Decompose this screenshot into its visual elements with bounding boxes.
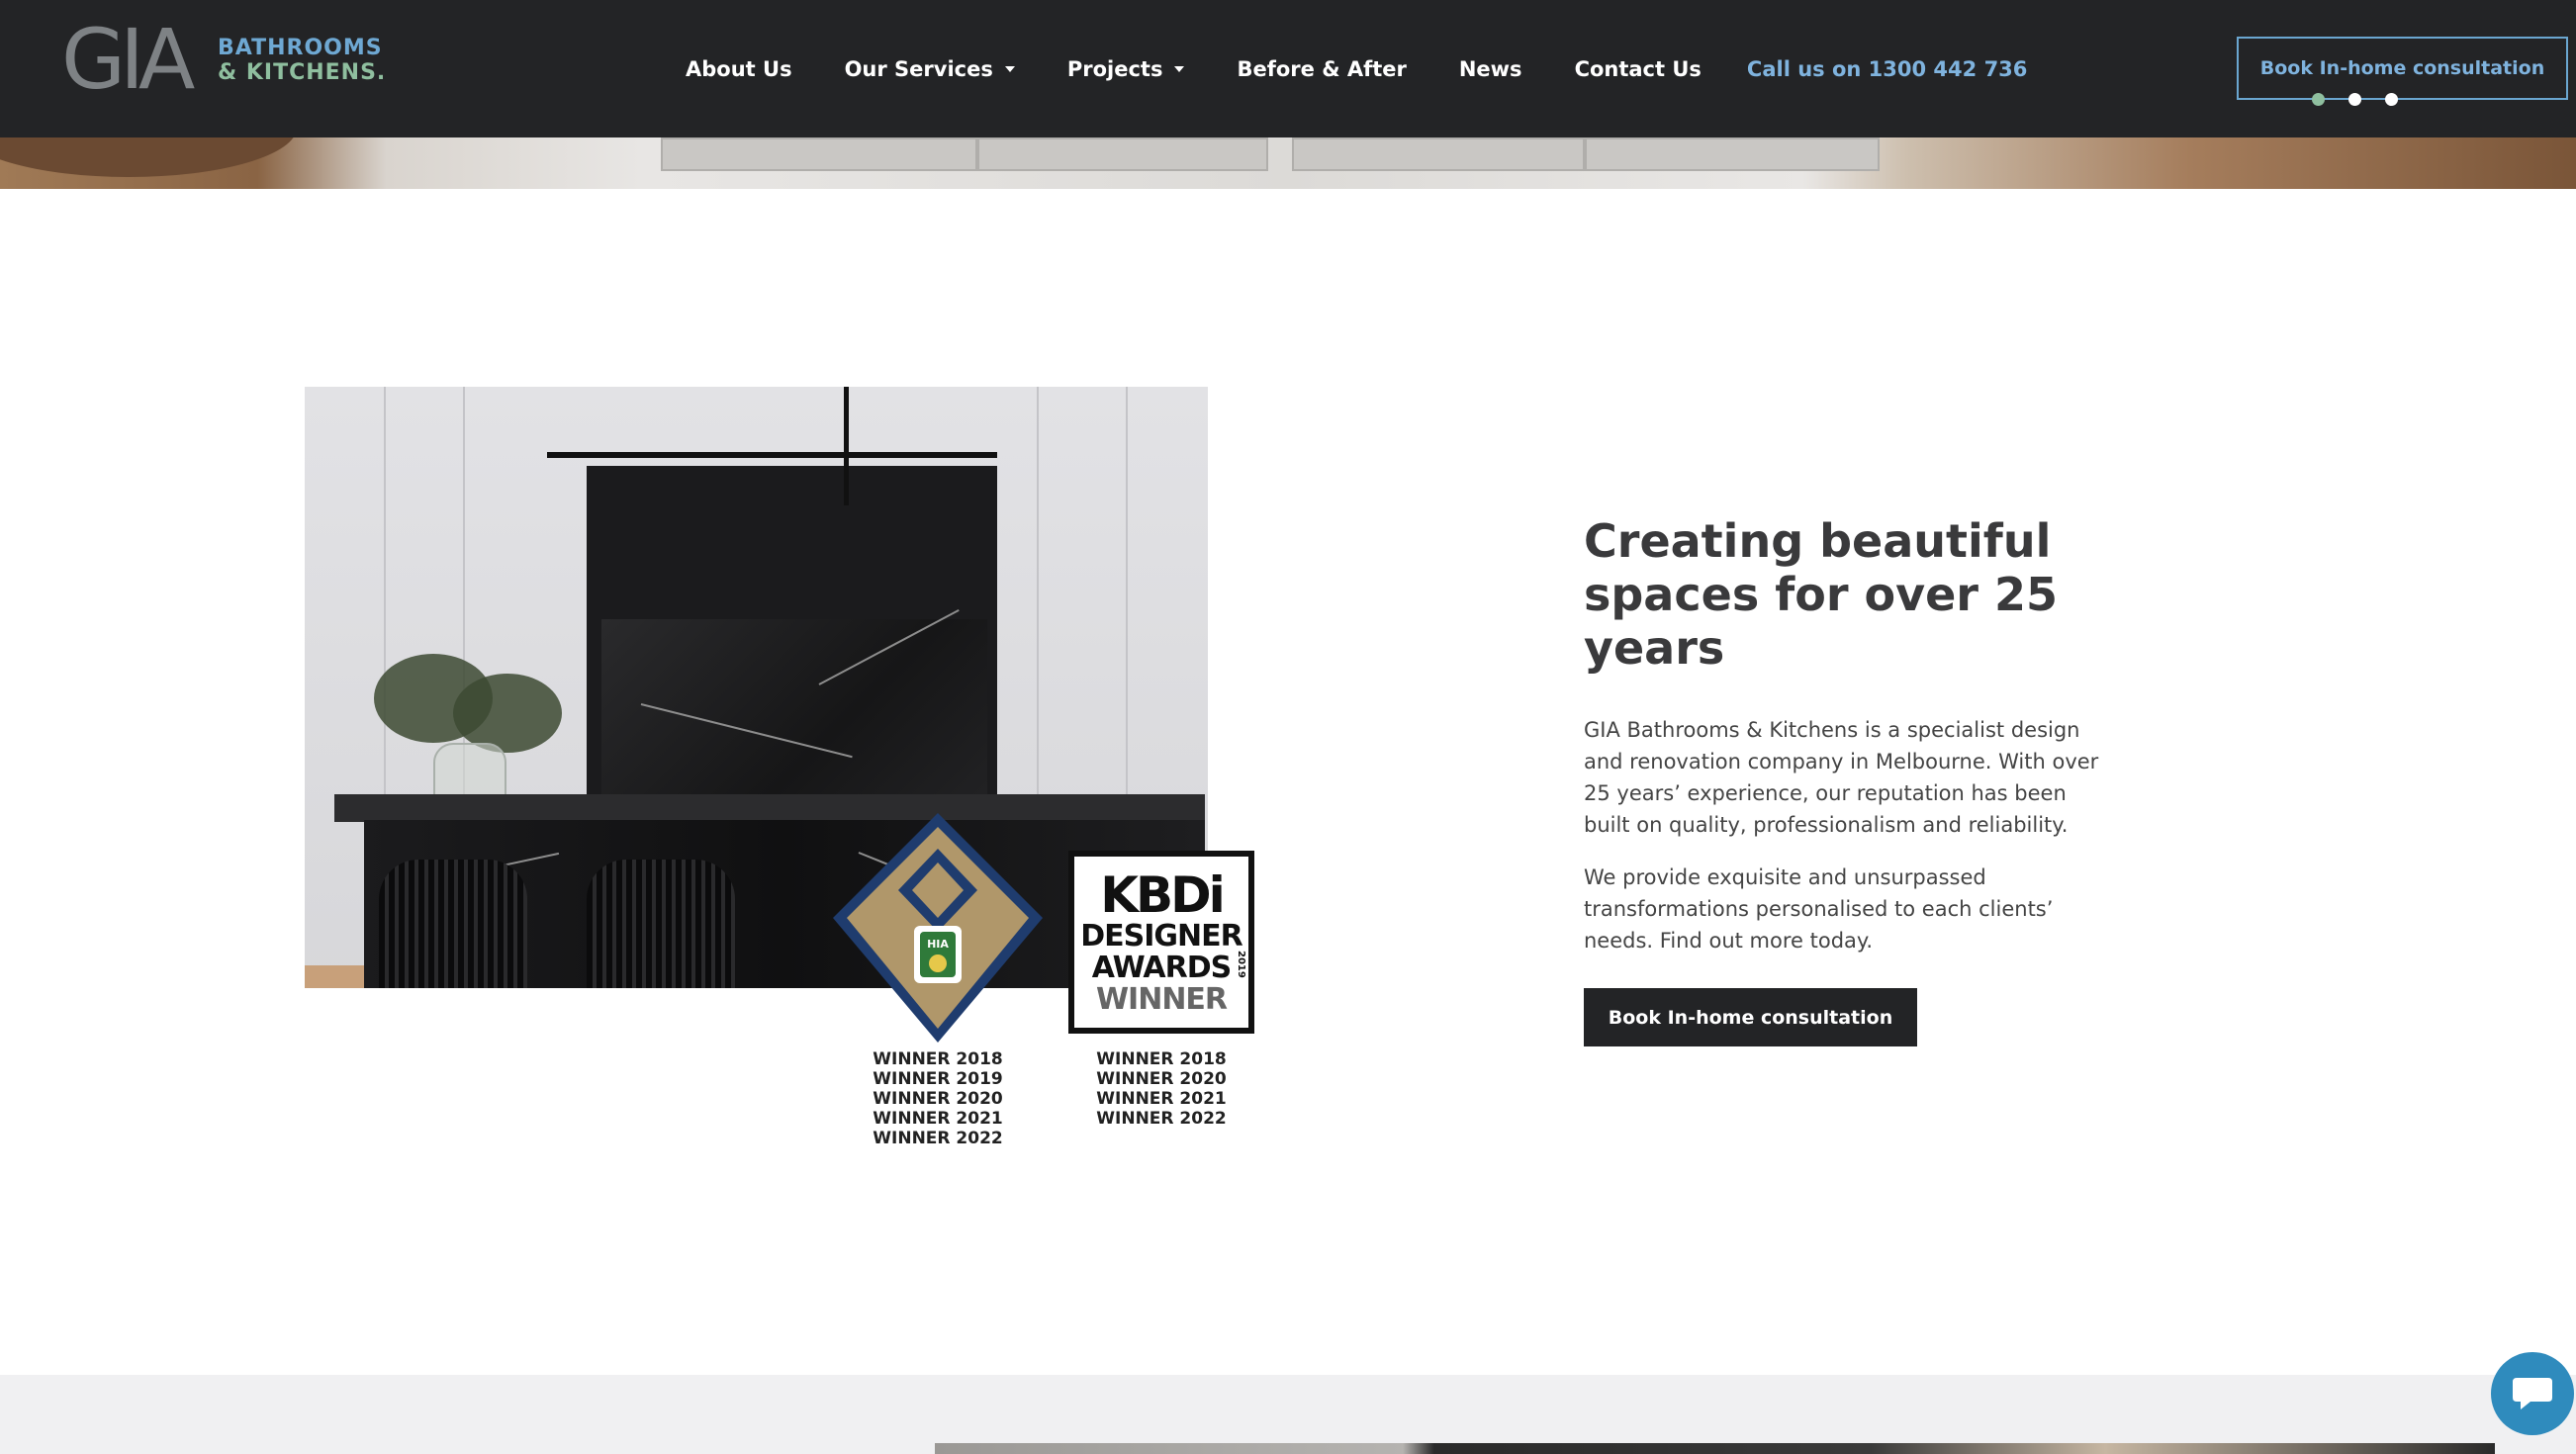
slider-dots (2312, 93, 2422, 106)
chevron-down-icon (1004, 66, 1015, 72)
kbdi-line-designer: DESIGNER (1080, 918, 1242, 954)
chevron-down-icon (1174, 66, 1185, 72)
nav-our-services[interactable]: Our Services (845, 57, 1015, 81)
plant-foliage (453, 674, 562, 753)
hia-award-badge: HIA (833, 813, 1043, 1043)
bar-stool (379, 860, 527, 988)
nav-news[interactable]: News (1459, 57, 1522, 81)
main-nav: About Us Our Services Projects Before & … (686, 49, 2027, 89)
slider-dot[interactable] (2348, 93, 2361, 106)
hero-cabinet (661, 137, 977, 171)
kbdi-win-item: WINNER 2021 (1096, 1089, 1227, 1109)
chat-button[interactable] (2491, 1352, 2574, 1435)
slider-dot[interactable] (2385, 93, 2398, 106)
kbdi-wins-list: WINNER 2018 WINNER 2020 WINNER 2021 WINN… (1062, 1049, 1260, 1129)
slider-dot[interactable] (2312, 93, 2325, 106)
hero-cabinet (1292, 137, 1585, 171)
next-section (0, 1375, 2576, 1454)
chat-icon (2513, 1378, 2552, 1409)
nav-before-after-label: Before & After (1237, 57, 1407, 81)
nav-projects-label: Projects (1066, 57, 1163, 81)
site-logo[interactable]: GIA BATHROOMS & KITCHENS. (61, 18, 388, 101)
nav-contact-us-label: Contact Us (1574, 57, 1702, 81)
hia-win-item: WINNER 2022 (873, 1129, 1003, 1148)
logo-wordmark: GIA (61, 11, 195, 108)
timber-floor (305, 965, 364, 988)
kitchen-splashback (601, 619, 987, 807)
intro-headline: Creating beautiful spaces for over 25 ye… (1584, 514, 2059, 675)
hia-wins-list: WINNER 2018 WINNER 2019 WINNER 2020 WINN… (839, 1049, 1037, 1148)
hero-cabinet (977, 137, 1268, 171)
logo-line-bathrooms: BATHROOMS (218, 36, 383, 60)
nav-news-label: News (1458, 57, 1522, 81)
hero-image-strip (0, 137, 2576, 189)
kbdi-year: 2019 (1236, 951, 1246, 978)
kbdi-win-item: WINNER 2022 (1096, 1109, 1227, 1129)
nav-about-us[interactable]: About Us (686, 57, 792, 81)
nav-before-after[interactable]: Before & After (1237, 57, 1406, 81)
kbdi-win-item: WINNER 2018 (1096, 1049, 1227, 1069)
kbdi-title: KBDi (1100, 865, 1225, 924)
hia-win-item: WINNER 2021 (873, 1109, 1003, 1129)
book-consultation-button[interactable]: Book In-home consultation (1584, 988, 1917, 1046)
nav-projects[interactable]: Projects (1067, 57, 1185, 81)
kitchen-benchtop (334, 794, 1205, 822)
next-section-image (935, 1443, 2495, 1454)
intro-paragraph-2: We provide exquisite and unsurpassed tra… (1584, 865, 2054, 953)
bar-stool (587, 860, 735, 988)
nav-about-us-label: About Us (686, 57, 792, 81)
kbdi-win-item: WINNER 2020 (1096, 1069, 1227, 1089)
hia-win-item: WINNER 2018 (873, 1049, 1003, 1069)
phone-link[interactable]: Call us on 1300 442 736 (1747, 57, 2027, 81)
site-header: GIA BATHROOMS & KITCHENS. About Us Our S… (0, 0, 2576, 137)
hero-cabinet (1585, 137, 1880, 171)
kbdi-award-badge: KBDi DESIGNER AWARDS WINNER 2019 (1068, 851, 1254, 1034)
hia-win-item: WINNER 2019 (873, 1069, 1003, 1089)
pendant-cord (844, 387, 849, 505)
logo-line-kitchens: & KITCHENS. (218, 60, 387, 85)
book-consultation-header-button[interactable]: Book In-home consultation (2237, 37, 2568, 100)
kbdi-line-awards: AWARDS (1091, 950, 1232, 985)
hia-win-item: WINNER 2020 (873, 1089, 1003, 1109)
intro-paragraph-1: GIA Bathrooms & Kitchens is a specialist… (1584, 718, 2099, 837)
nav-our-services-label: Our Services (844, 57, 993, 81)
nav-contact-us[interactable]: Contact Us (1575, 57, 1702, 81)
pendant-rail (547, 452, 997, 458)
kbdi-line-winner: WINNER (1095, 981, 1228, 1017)
hero-bowl-shape (0, 137, 297, 177)
hia-badge-text: HIA (927, 938, 949, 951)
